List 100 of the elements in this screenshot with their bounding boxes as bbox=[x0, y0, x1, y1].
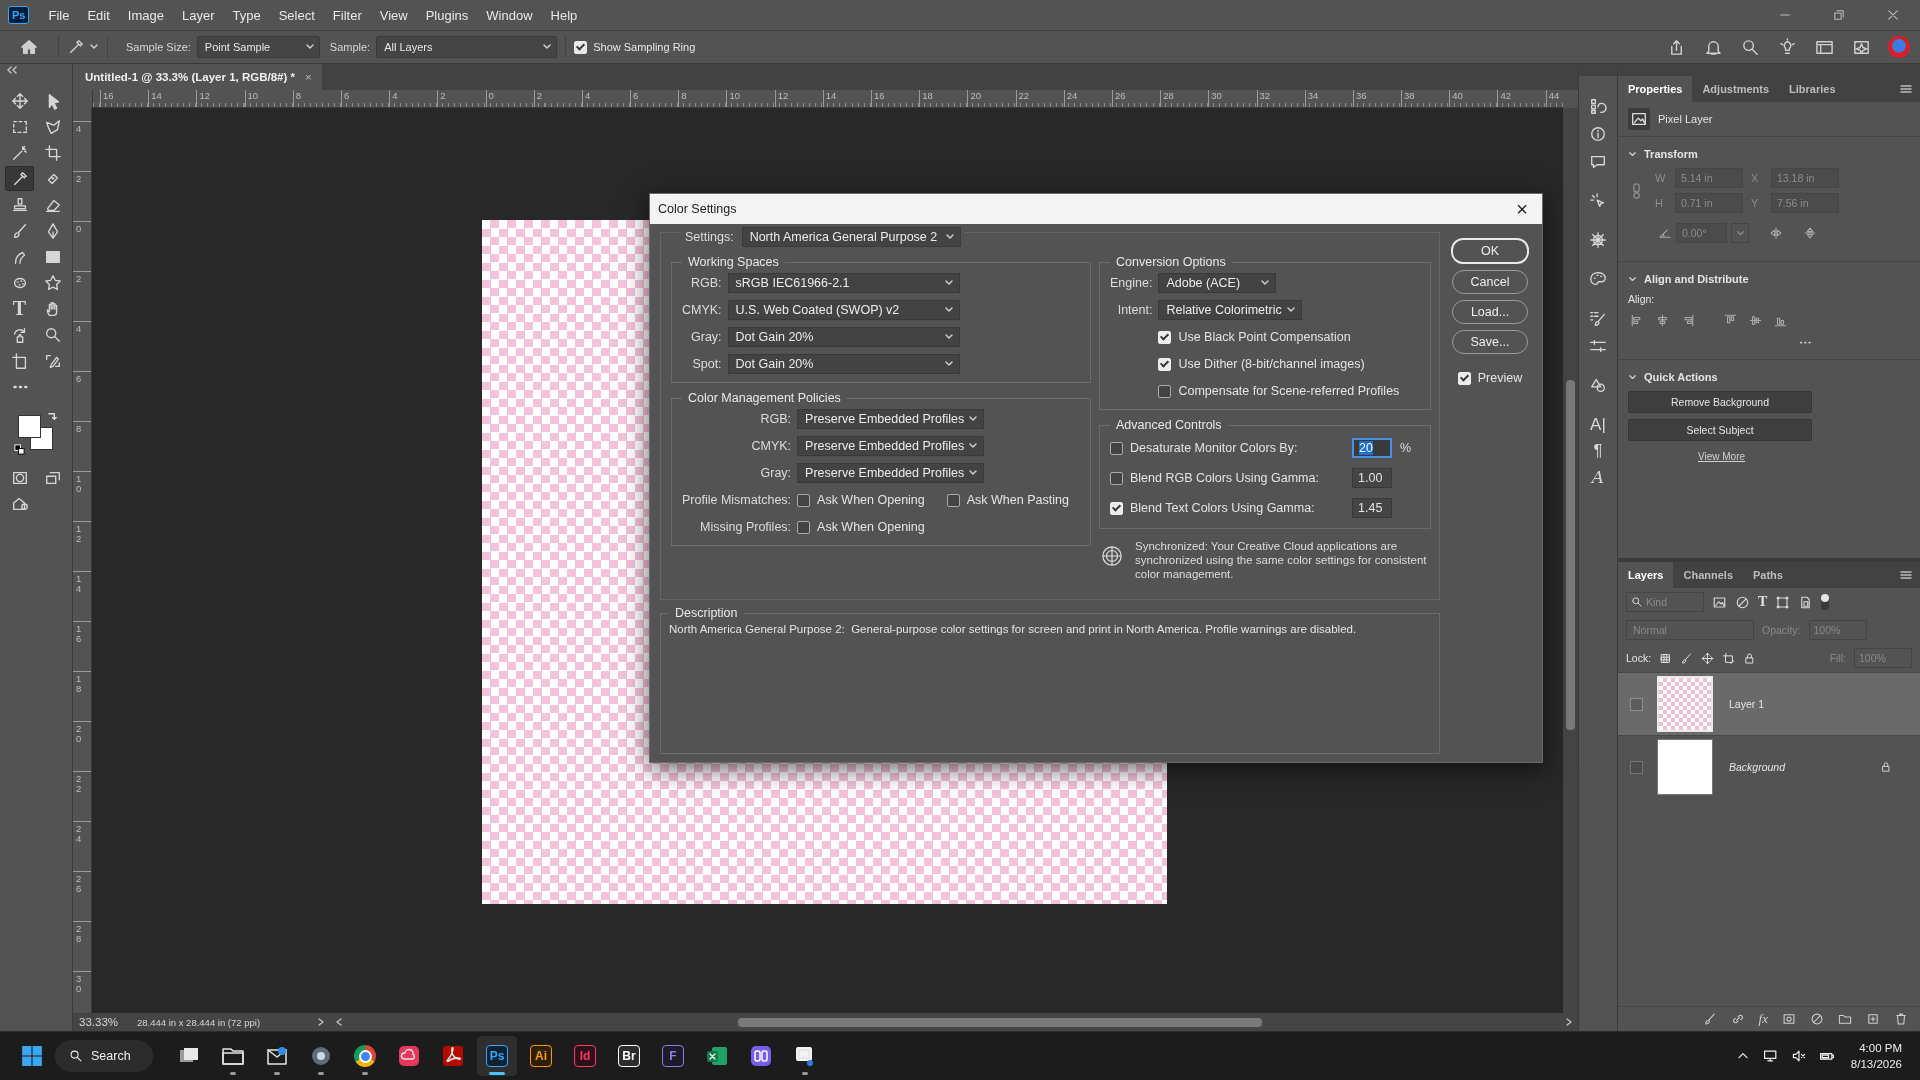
app-icon[interactable]: Br bbox=[618, 1045, 640, 1067]
filter-toggle[interactable] bbox=[1821, 594, 1830, 610]
app-icon[interactable]: Id bbox=[574, 1045, 596, 1067]
checkbox[interactable] bbox=[946, 493, 960, 507]
checkbox-label[interactable]: Desaturate Monitor Colors By: bbox=[1130, 441, 1298, 455]
chevron-left-icon[interactable] bbox=[334, 1017, 344, 1027]
crop-icon[interactable] bbox=[43, 143, 62, 162]
align-middle-icon[interactable] bbox=[1748, 313, 1763, 328]
artboard-lock-icon[interactable] bbox=[1722, 651, 1736, 665]
caret-icon[interactable] bbox=[542, 42, 553, 52]
mask-icon[interactable] bbox=[1782, 1012, 1796, 1026]
layer-name[interactable]: Background bbox=[1729, 761, 1880, 773]
checkbox-label[interactable]: Blend Text Colors Using Gamma: bbox=[1130, 501, 1315, 515]
checker-lock-icon[interactable] bbox=[1659, 651, 1673, 665]
spreadsheet-icon[interactable] bbox=[705, 1044, 729, 1068]
menu-item[interactable]: Plugins bbox=[416, 7, 478, 23]
panel-glyph[interactable]: A bbox=[1591, 467, 1605, 487]
type-tool[interactable]: T bbox=[5, 296, 34, 321]
panel-tab[interactable]: Adjustments bbox=[1692, 76, 1780, 102]
menu-icon[interactable] bbox=[1900, 84, 1912, 94]
policy-dropdown[interactable]: Preserve Embedded Profiles bbox=[797, 463, 985, 483]
caret-icon[interactable] bbox=[943, 305, 954, 315]
taskbar-button[interactable]: Id bbox=[565, 1036, 605, 1076]
profile-dropdown[interactable]: sRGB IEC61966-2.1 bbox=[727, 273, 960, 293]
frame-icon[interactable] bbox=[10, 351, 29, 370]
app-icon[interactable]: Ps bbox=[486, 1045, 508, 1067]
view-more-link[interactable]: View More bbox=[1698, 451, 1746, 462]
panel-glyph[interactable]: ¶ bbox=[1593, 441, 1603, 461]
dialog-button[interactable]: OK bbox=[1451, 238, 1529, 264]
visibility-toggle[interactable] bbox=[1630, 760, 1643, 774]
home-icon[interactable] bbox=[20, 38, 38, 56]
menu-item[interactable]: File bbox=[39, 7, 79, 23]
taskbar-button[interactable]: Ai bbox=[521, 1036, 561, 1076]
chevron-right-icon[interactable] bbox=[316, 1017, 326, 1027]
scrollbar-thumb[interactable] bbox=[738, 1018, 1262, 1027]
clock-time[interactable]: 4:00 PM bbox=[1859, 1040, 1902, 1056]
flip-vertical-icon[interactable] bbox=[1803, 226, 1817, 240]
menu-item[interactable]: Window bbox=[477, 7, 542, 23]
palette-icon[interactable] bbox=[1589, 270, 1607, 288]
comment-icon[interactable] bbox=[1589, 153, 1607, 171]
sliders-icon[interactable] bbox=[1589, 337, 1607, 355]
history-icon[interactable] bbox=[1589, 97, 1607, 115]
taskbar-button[interactable]: Ps bbox=[477, 1036, 517, 1076]
layer-name[interactable]: Layer 1 bbox=[1729, 698, 1920, 710]
profile-dropdown[interactable]: Dot Gain 20% bbox=[727, 354, 960, 374]
clock-date[interactable]: 8/13/2026 bbox=[1850, 1056, 1902, 1072]
panel-tab[interactable]: Paths bbox=[1743, 562, 1793, 588]
quick-action-button[interactable]: Remove Background bbox=[1628, 391, 1812, 413]
close-icon[interactable] bbox=[1886, 8, 1900, 22]
policy-dropdown[interactable]: Preserve Embedded Profiles bbox=[797, 409, 985, 429]
checkbox-label[interactable]: Preview bbox=[1477, 371, 1523, 385]
shapes-icon[interactable] bbox=[1589, 376, 1607, 394]
checkbox[interactable] bbox=[1158, 384, 1172, 398]
speaker-muted-icon[interactable] bbox=[1790, 1048, 1807, 1064]
adjustment-filter-icon[interactable] bbox=[1735, 594, 1750, 610]
menu-icon[interactable] bbox=[1900, 570, 1912, 580]
flip-horizontal-icon[interactable] bbox=[1769, 226, 1783, 240]
move-lock-icon[interactable] bbox=[1701, 651, 1715, 665]
caret-icon[interactable] bbox=[968, 414, 979, 424]
image-filter-icon[interactable] bbox=[1712, 594, 1727, 610]
magnifier-icon[interactable] bbox=[43, 325, 62, 344]
menu-item[interactable]: Select bbox=[269, 7, 324, 23]
app-icon[interactable]: Ai bbox=[530, 1045, 552, 1067]
panel-tab[interactable]: Properties bbox=[1618, 76, 1693, 102]
taskbar-button[interactable]: F bbox=[653, 1036, 693, 1076]
lightbulb-icon[interactable] bbox=[1778, 37, 1797, 57]
close-button[interactable]: × bbox=[1502, 197, 1542, 221]
brush-list-icon[interactable] bbox=[1589, 309, 1607, 327]
checkbox-label[interactable]: Show Sampling Ring bbox=[593, 41, 696, 53]
caret-icon[interactable] bbox=[1285, 305, 1296, 315]
trash-icon[interactable] bbox=[1894, 1012, 1908, 1026]
search-icon[interactable] bbox=[1741, 37, 1760, 57]
align-center-icon[interactable] bbox=[1655, 313, 1670, 328]
shape-filter-icon[interactable] bbox=[1775, 594, 1791, 610]
caret-icon[interactable] bbox=[943, 332, 954, 342]
policy-dropdown[interactable]: Preserve Embedded Profiles bbox=[797, 436, 985, 456]
eyedropper-tool[interactable] bbox=[5, 166, 34, 191]
app-icon[interactable]: F bbox=[662, 1045, 684, 1067]
number-field[interactable]: 1.00 bbox=[1352, 468, 1392, 488]
star-icon[interactable] bbox=[43, 273, 62, 292]
cursor-spark-icon[interactable] bbox=[1589, 192, 1607, 210]
chevron-right-icon[interactable] bbox=[1564, 1017, 1574, 1027]
link-icon[interactable] bbox=[1730, 1012, 1745, 1026]
document-tab[interactable]: Untitled-1 @ 33.3% (Layer 1, RGB/8#) * × bbox=[73, 64, 322, 90]
gear-icon[interactable] bbox=[309, 1044, 333, 1068]
move-icon[interactable] bbox=[10, 91, 29, 110]
document-app-icon[interactable] bbox=[441, 1044, 465, 1068]
zoom-level[interactable]: 33.33% bbox=[73, 1016, 137, 1028]
checkbox-label[interactable]: Use Dither (8-bit/channel images) bbox=[1178, 357, 1365, 371]
panel-tab[interactable]: Channels bbox=[1673, 562, 1743, 588]
search-button[interactable]: Search bbox=[55, 1040, 153, 1072]
color-swatches-icon[interactable] bbox=[18, 415, 54, 451]
lasso-icon[interactable] bbox=[43, 117, 62, 136]
settings-dropdown[interactable]: North America General Purpose 2 bbox=[741, 227, 962, 247]
checkbox-label[interactable]: Blend RGB Colors Using Gamma: bbox=[1130, 471, 1319, 485]
mail-icon[interactable] bbox=[265, 1044, 289, 1068]
more-icon[interactable] bbox=[1798, 340, 1812, 345]
checkbox-label[interactable]: Ask When Opening bbox=[817, 520, 925, 534]
sample-dropdown[interactable]: All Layers bbox=[376, 36, 558, 58]
caret-icon[interactable] bbox=[304, 42, 315, 52]
